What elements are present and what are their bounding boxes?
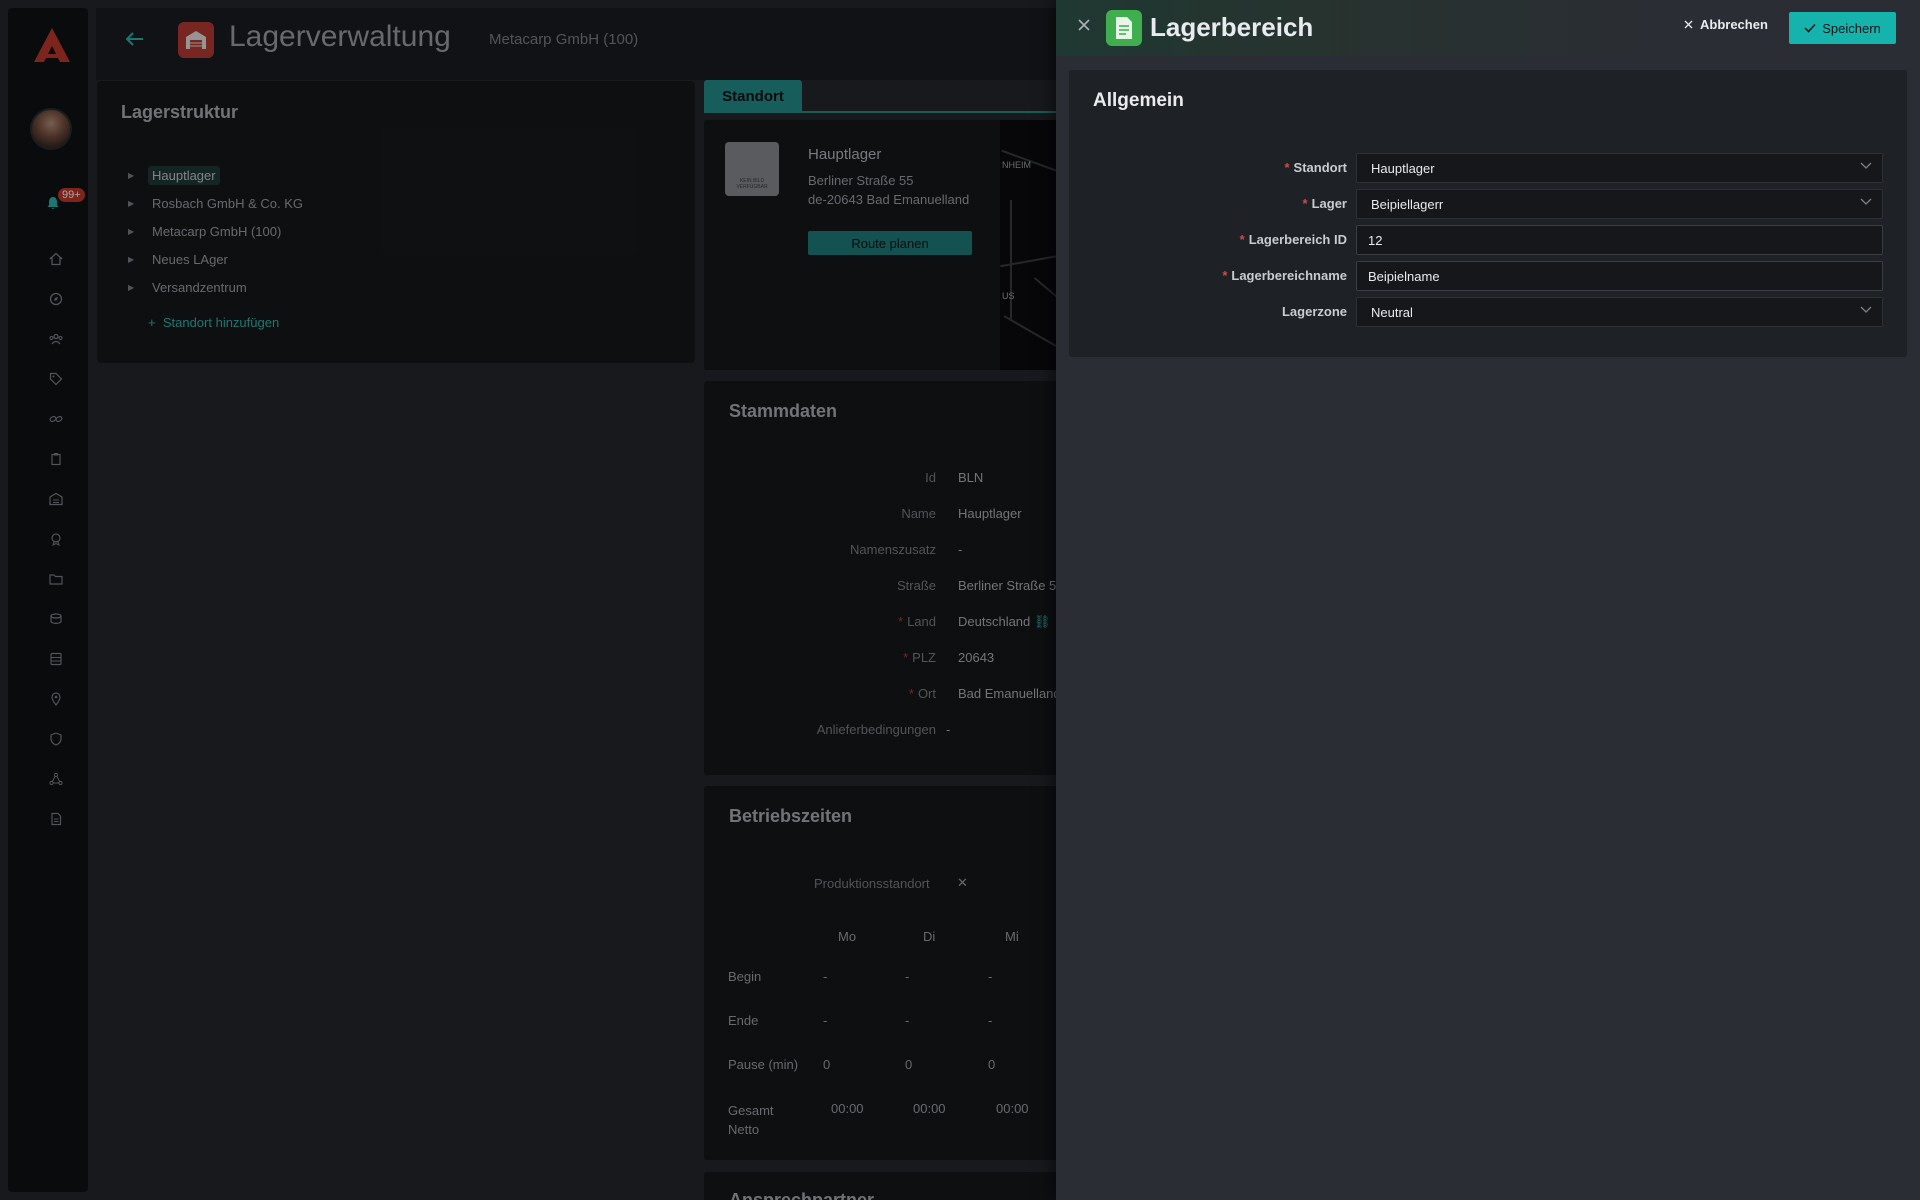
required-marker: * [1284,160,1290,175]
lagerbereich-id-label: * Lagerbereich ID [1239,232,1347,247]
close-icon [1684,20,1693,29]
lager-select[interactable]: Beipiellagerr [1356,189,1883,219]
select-value: Beipiellagerr [1371,196,1444,212]
standort-select[interactable]: Hauptlager [1356,153,1883,183]
lagerbereichname-input[interactable]: Beipielname [1356,261,1883,291]
chevron-down-icon [1860,198,1872,209]
document-icon [1106,10,1142,46]
checkmark-icon [1804,23,1816,33]
section-title: Allgemein [1093,90,1184,111]
modal-backdrop[interactable] [0,0,1056,1200]
lager-label: * Lager [1302,196,1347,211]
save-label: Speichern [1822,20,1881,36]
cancel-label: Abbrechen [1700,17,1768,32]
required-marker: * [1239,232,1245,247]
lagerbereichname-label: * Lagerbereichname [1222,268,1347,283]
drawer-title: Lagerbereich [1150,12,1314,42]
lagerzone-select[interactable]: Neutral [1356,297,1883,327]
select-value: Hauptlager [1371,160,1435,176]
chevron-down-icon [1860,306,1872,317]
select-value: Neutral [1371,304,1413,320]
save-button[interactable]: Speichern [1789,12,1896,44]
required-marker: * [1302,196,1308,211]
app-root: 99+ Lagerverwaltung Metacarp GmbH (100) … [0,0,1920,1200]
lagerzone-label: Lagerzone [1281,304,1347,319]
cancel-button[interactable]: Abbrechen [1684,17,1768,32]
chevron-down-icon [1860,162,1872,173]
lagerbereich-id-input[interactable]: 12 [1356,225,1883,255]
close-icon[interactable] [1077,16,1091,37]
required-marker: * [1222,268,1228,283]
standort-label: * Standort [1284,160,1347,175]
